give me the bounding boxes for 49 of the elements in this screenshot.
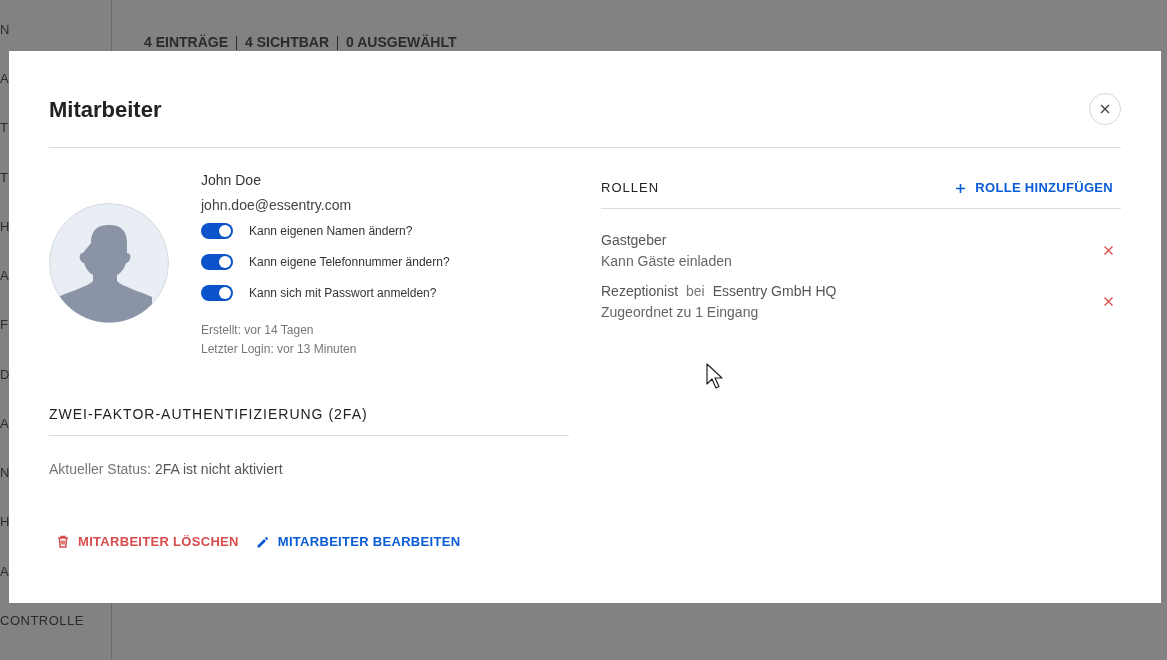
section-heading: ZWEI-FAKTOR-AUTHENTIFIZIERUNG (2FA) (49, 405, 369, 424)
count-label: 0 AUSGEWÄHLT (346, 33, 457, 52)
sidebar-item[interactable]: A (0, 413, 10, 434)
role-name: Rezeptionist (601, 282, 679, 300)
toggle-switch[interactable] (201, 254, 233, 270)
pencil-icon (256, 535, 269, 548)
created-date: Erstellt: vor 14 Tagen (201, 322, 315, 339)
user-email: john.doe@essentry.com (201, 196, 353, 214)
plus-icon (956, 183, 966, 193)
sidebar-item[interactable]: A (0, 561, 10, 582)
sidebar-item[interactable]: N (0, 463, 10, 483)
close-icon (1104, 246, 1113, 255)
last-login: Letzter Login: vor 13 Minuten (201, 341, 358, 358)
permission-label: Kann eigene Telefonnummer ändern? (249, 254, 450, 271)
sidebar-item[interactable]: T (0, 118, 9, 138)
trash-icon (57, 535, 69, 549)
permission-label: Kann sich mit Passwort anmelden? (249, 285, 437, 302)
sidebar-item[interactable]: D (0, 364, 10, 385)
sidebar-item[interactable]: F (0, 315, 9, 335)
sidebar-item[interactable]: H (0, 512, 10, 532)
status-label: Aktueller Status: (49, 460, 151, 479)
pointer-icon (706, 363, 724, 389)
count-label: 4 EINTRÄGE (144, 33, 228, 52)
sidebar-item[interactable]: CONTROLLE (0, 610, 84, 631)
remove-role-button[interactable] (1102, 244, 1115, 257)
sidebar-item[interactable]: A (0, 266, 10, 286)
role-name: Gastgeber (601, 231, 667, 249)
user-name: John Doe (201, 171, 262, 189)
sidebar-item[interactable]: T (0, 167, 9, 188)
sidebar-item[interactable]: A (0, 69, 10, 89)
close-icon (1104, 297, 1113, 306)
status-value: 2FA ist nicht aktiviert (154, 460, 283, 479)
permission-label: Kann eigenen Namen ändern? (249, 223, 413, 240)
toggle-switch[interactable] (201, 223, 233, 239)
toggle-switch[interactable] (201, 285, 233, 301)
role-description: Kann Gäste einladen (601, 252, 732, 270)
edit-button[interactable]: MITARBEITER BEARBEITEN (256, 532, 461, 552)
dialog-title: Mitarbeiter (49, 95, 162, 124)
role-connector: bei (686, 282, 705, 300)
close-icon (1100, 104, 1110, 114)
count-label: 4 SICHTBAR (245, 33, 330, 52)
add-role-button[interactable]: ROLLE HINZUFÜGEN (956, 178, 1113, 198)
sidebar-item[interactable]: N (0, 20, 10, 40)
role-location: Essentry GmbH HQ (712, 282, 837, 300)
delete-button[interactable]: MITARBEITER LÖSCHEN (57, 532, 239, 552)
section-heading: ROLLEN (601, 179, 660, 198)
sidebar-item[interactable]: H (0, 216, 10, 237)
role-description: Zugeordnet zu 1 Eingang (601, 303, 760, 321)
remove-role-button[interactable] (1102, 295, 1115, 308)
